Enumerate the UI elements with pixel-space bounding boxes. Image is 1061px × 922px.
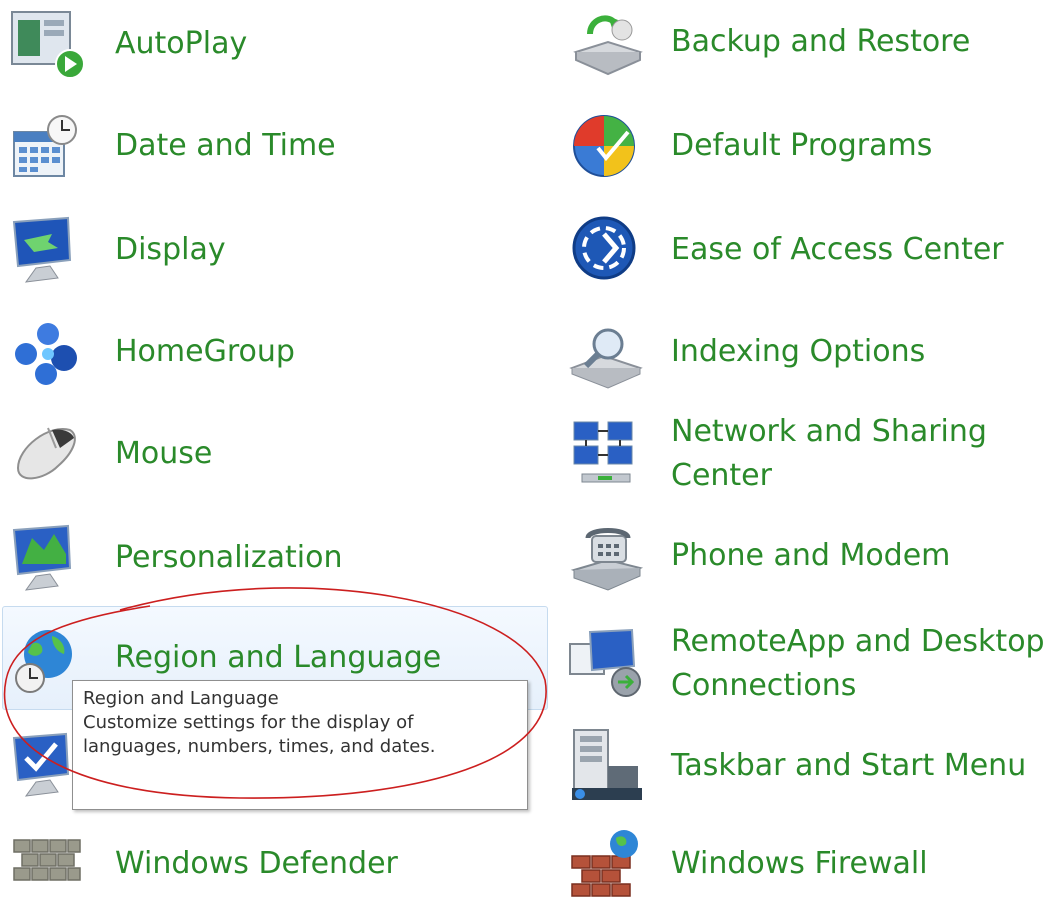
cp-label-default-programs[interactable]: Default Programs	[671, 124, 932, 168]
date-time-icon	[8, 108, 88, 188]
cp-item-mouse[interactable]: Mouse	[8, 418, 508, 514]
cp-label-ease-of-access[interactable]: Ease of Access Center	[671, 228, 1004, 272]
cp-item-personalization[interactable]: Personalization	[8, 520, 508, 616]
cp-item-homegroup[interactable]: HomeGroup	[8, 316, 508, 412]
phone-modem-icon	[568, 520, 648, 600]
taskbar-icon	[568, 726, 648, 806]
ease-of-access-icon	[568, 212, 648, 292]
tooltip-title: Region and Language	[83, 688, 279, 709]
remoteapp-icon	[568, 626, 648, 706]
firewall-icon	[568, 826, 648, 906]
default-programs-icon	[568, 108, 648, 188]
cp-item-remoteapp[interactable]: RemoteApp and Desktop Connections	[568, 616, 1048, 712]
cp-label-region-language[interactable]: Region and Language	[115, 636, 441, 680]
cp-item-ease-of-access[interactable]: Ease of Access Center	[568, 212, 1048, 308]
cp-label-network-sharing[interactable]: Network and Sharing	[671, 410, 987, 454]
defender-wall-icon	[8, 826, 88, 906]
network-icon	[568, 416, 648, 496]
backup-restore-icon	[568, 4, 648, 84]
cp-label-remoteapp[interactable]: RemoteApp and Desktop	[671, 620, 1045, 664]
indexing-options-icon	[568, 316, 648, 396]
homegroup-icon	[8, 316, 88, 396]
cp-item-indexing-options[interactable]: Indexing Options	[568, 316, 1048, 412]
cp-label-autoplay[interactable]: AutoPlay	[115, 22, 247, 66]
cp-label-indexing-options[interactable]: Indexing Options	[671, 330, 925, 374]
display-icon	[8, 212, 88, 292]
cp-label-personalization[interactable]: Personalization	[115, 536, 342, 580]
cp-item-date-time[interactable]: Date and Time	[8, 108, 508, 204]
cp-item-default-programs[interactable]: Default Programs	[568, 108, 1048, 204]
cp-item-backup-restore[interactable]: Backup and Restore	[568, 4, 1048, 100]
cp-label-network-sharing-line2[interactable]: Center	[671, 454, 772, 498]
tooltip-region-language: Region and Language Customize settings f…	[72, 680, 528, 810]
cp-label-remoteapp-line2[interactable]: Connections	[671, 664, 856, 708]
cp-label-date-time[interactable]: Date and Time	[115, 124, 336, 168]
cp-label-taskbar-start[interactable]: Taskbar and Start Menu	[671, 744, 1026, 788]
cp-label-windows-firewall[interactable]: Windows Firewall	[671, 842, 928, 886]
cp-item-taskbar-start[interactable]: Taskbar and Start Menu	[568, 726, 1048, 822]
cp-item-windows-defender[interactable]: Windows Defender	[8, 826, 508, 922]
cp-label-backup-restore[interactable]: Backup and Restore	[671, 20, 970, 64]
cp-item-network-sharing[interactable]: Network and Sharing Center	[568, 410, 1048, 506]
cp-label-homegroup[interactable]: HomeGroup	[115, 330, 295, 374]
cp-item-phone-modem[interactable]: Phone and Modem	[568, 520, 1048, 616]
cp-label-display[interactable]: Display	[115, 228, 226, 272]
cp-label-mouse[interactable]: Mouse	[115, 432, 212, 476]
tooltip-description: Customize settings for the display of la…	[83, 712, 436, 757]
personalization-icon	[8, 520, 88, 600]
cp-item-windows-firewall[interactable]: Windows Firewall	[568, 826, 1048, 922]
cp-item-display[interactable]: Display	[8, 212, 508, 308]
cp-item-autoplay[interactable]: AutoPlay	[8, 4, 508, 100]
mouse-icon	[8, 418, 88, 498]
cp-label-windows-defender[interactable]: Windows Defender	[115, 842, 398, 886]
autoplay-icon	[8, 4, 88, 84]
cp-label-phone-modem[interactable]: Phone and Modem	[671, 534, 950, 578]
